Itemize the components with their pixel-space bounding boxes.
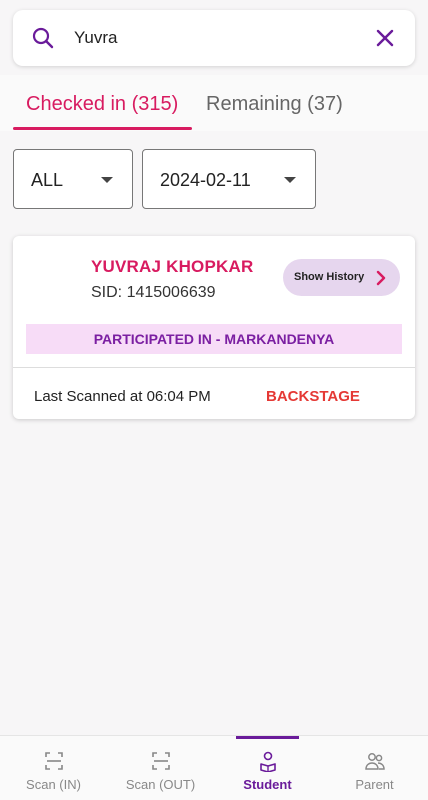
- student-icon: [260, 751, 276, 772]
- nav-scan-in[interactable]: Scan (IN): [0, 736, 107, 800]
- chevron-right-icon: [376, 270, 386, 286]
- search-bar[interactable]: Yuvra: [13, 10, 415, 66]
- tab-bar: Checked in (315) Remaining (37): [0, 75, 428, 131]
- scan-icon: [45, 752, 63, 770]
- scan-icon: [152, 752, 170, 770]
- close-icon[interactable]: [373, 26, 397, 50]
- last-scanned-time: Last Scanned at 06:04 PM: [34, 388, 211, 405]
- scan-location: BACKSTAGE: [266, 388, 360, 405]
- participation-text: PARTICIPATED IN - MARKANDENYA: [93, 331, 335, 347]
- participation-banner: PARTICIPATED IN - MARKANDENYA: [26, 324, 402, 354]
- search-icon[interactable]: [31, 26, 55, 50]
- dropdown-arrow-icon: [101, 177, 113, 183]
- active-tab-indicator: [13, 127, 192, 130]
- nav-scan-out[interactable]: Scan (OUT): [107, 736, 214, 800]
- search-section: Yuvra: [0, 0, 428, 75]
- tab-checked-in[interactable]: Checked in (315): [26, 93, 178, 116]
- nav-label: Student: [243, 777, 292, 792]
- search-input[interactable]: Yuvra: [74, 28, 117, 48]
- nav-label: Parent: [355, 777, 394, 792]
- date-select-value: 2024-02-11: [160, 170, 251, 190]
- nav-parent[interactable]: Parent: [321, 736, 428, 800]
- nav-label: Scan (OUT): [125, 777, 196, 792]
- category-select-value: ALL: [31, 170, 64, 190]
- category-select[interactable]: ALL: [13, 149, 133, 209]
- bottom-navigation: Scan (IN) Scan (OUT) Student Parent: [0, 735, 428, 800]
- show-history-button[interactable]: Show History: [283, 259, 400, 296]
- parent-icon: [365, 753, 385, 770]
- divider: [13, 367, 415, 368]
- show-history-label: Show History: [294, 271, 365, 283]
- nav-label: Scan (IN): [26, 777, 81, 792]
- tab-remaining[interactable]: Remaining (37): [206, 93, 343, 116]
- dropdown-arrow-icon: [284, 177, 296, 183]
- student-card[interactable]: YUVRAJ KHOPKAR SID: 1415006639 Show Hist…: [13, 236, 415, 419]
- student-name: YUVRAJ KHOPKAR: [91, 257, 254, 276]
- date-select[interactable]: 2024-02-11: [142, 149, 316, 209]
- student-sid: SID: 1415006639: [91, 284, 216, 301]
- nav-student[interactable]: Student: [214, 736, 321, 800]
